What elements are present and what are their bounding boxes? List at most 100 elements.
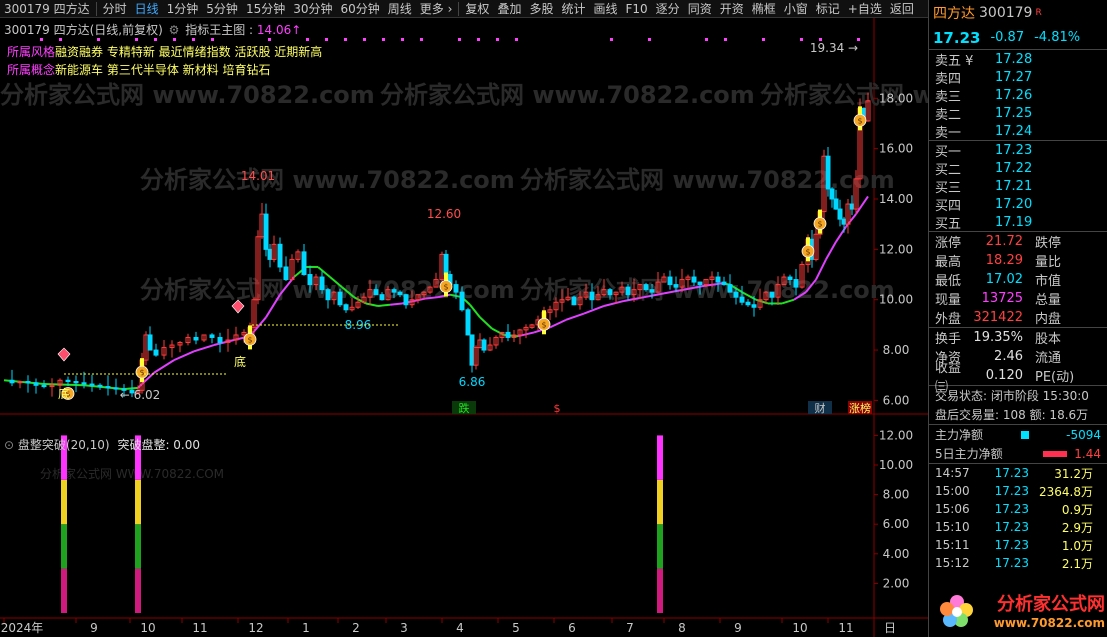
candle-body [113,387,119,390]
candle-body [283,266,289,281]
toolbar-code-name: 300179 四方达 [4,2,90,16]
tool-button-2[interactable]: 多股 [525,0,557,17]
candle-body [825,155,831,190]
tick-time: 15:12 [935,556,970,570]
tool-button-12[interactable]: +自选 [844,0,886,17]
stat-value: 17.02 [985,272,1023,287]
order-label: 卖四 [935,71,962,87]
breakout-bar-segment [657,435,663,480]
kline-chart-svg[interactable]: 分析家公式网 www.70822.com 分析家公式网 www.70822.com… [0,18,928,637]
candle-body [153,349,159,356]
candle-body [25,381,31,384]
period-tab-5[interactable]: 30分钟 [289,0,336,17]
stat-label: 现量 [935,293,962,308]
tool-button-6[interactable]: 逐分 [652,0,684,17]
period-tab-2[interactable]: 1分钟 [163,0,203,17]
period-tab-4[interactable]: 15分钟 [242,0,289,17]
period-tab-0[interactable]: 分时 [99,0,131,17]
candle-body [81,382,87,385]
period-tab-8[interactable]: 更多 › [416,0,457,17]
breakout-bar-segment [657,568,663,613]
candle-body [833,198,839,210]
tick-volume: 31.2万 [1054,466,1093,481]
style-tags: 融资融券 专精特新 最近情绪指数 活跃股 近期新高 [55,45,323,59]
tool-button-8[interactable]: 开资 [716,0,748,17]
x-tick-label: 2024年 [1,621,44,635]
stats-block-1: 涨停 21.72 跌停 最高 18.29 量比 最低 17.02 市值 现量 13725 总量 外盘 32… [929,232,1107,327]
panel2-header: ⊙ 盘整突破(20,10) 突破盘整: 0.00 [4,436,200,453]
candle-body [739,296,745,303]
quote-panel: 四方达 300179 R 17.23 -0.87 -4.81% 卖五 ¥ 17.2… [928,0,1107,637]
candle-body [733,291,739,298]
tool-button-0[interactable]: 复权 [461,0,493,17]
watermark-text: 分析家公式网 www.70822.com [0,81,375,109]
tick-list[interactable]: 14:57 17.23 31.2万 15:00 17.23 2364.8万 15:06 17.… [929,464,1107,572]
money-bag-glyph: $ [805,247,810,256]
tool-button-1[interactable]: 叠加 [493,0,525,17]
watermark-text: 分析家公式网 www.70822.com [140,166,515,194]
trade-status: 交易状态: 闭市阶段 15:30:0 [935,389,1089,403]
candle-body [403,294,409,306]
candle-body [841,218,847,225]
concept-label: 所属概念 [7,63,56,77]
tool-button-10[interactable]: 小窗 [780,0,812,17]
stat-label: 跌停 [1035,236,1062,251]
period-tab-1[interactable]: 日线 [131,0,163,17]
tool-button-3[interactable]: 统计 [557,0,589,17]
x-tick-label: 4 [456,621,464,635]
period-tab-6[interactable]: 60分钟 [337,0,384,17]
indicator-label: 指标王主图 : [185,23,254,37]
order-row: 买五 17.19 [929,213,1107,232]
concept-tags: 新能源车 第三代半导体 新材料 培育钻石 [55,63,271,77]
stat-label: 最低 [935,274,962,289]
breakout-bar-segment [135,479,141,525]
candle-body [469,334,475,366]
top-marker [515,38,518,41]
tool-button-13[interactable]: 返回 [886,0,918,17]
candle-body [267,248,273,260]
breakout-bar-segment [657,524,663,569]
candle-body [849,203,855,210]
ma-line-segment [583,305,605,315]
money-bag-glyph: $ [817,220,822,229]
candle-body [193,336,199,341]
candle-body [301,251,307,276]
period-tab-3[interactable]: 5分钟 [202,0,242,17]
candle-body [691,276,697,283]
ma-line-segment [153,359,175,374]
candle-body [33,382,39,386]
x-tick-label: 9 [90,621,98,635]
stat-value: 13725 [981,291,1023,306]
breakout-bar-segment [135,524,141,569]
tool-button-5[interactable]: F10 [622,2,652,16]
breakout-bar-segment [135,568,141,613]
top-marker [610,38,613,41]
top-marker [211,38,214,41]
chart-settings-icon[interactable]: ⚙ [169,23,180,37]
candle-body [105,386,111,389]
y-tick-label: 4.00 [883,547,910,561]
y-tick-label: 10.00 [879,293,913,307]
tool-button-9[interactable]: 椭框 [748,0,780,17]
bottom-label: 底 [234,354,246,369]
tool-button-4[interactable]: 画线 [589,0,621,17]
order-price: 17.22 [995,160,1033,176]
candle-body [41,384,47,388]
stat-label: 外盘 [935,312,962,327]
tool-button-11[interactable]: 标记 [812,0,844,17]
chart-area[interactable]: 分析家公式网 www.70822.com 分析家公式网 www.70822.com… [0,18,928,637]
candle-body [751,304,757,308]
order-row: 买二 17.22 [929,159,1107,178]
x-tick-label: 1 [302,621,310,635]
tick-price: 17.23 [994,502,1029,516]
tool-button-7[interactable]: 同资 [684,0,716,17]
event-label: 涨榜 [849,401,871,415]
top-marker [420,38,423,41]
period-tab-7[interactable]: 周线 [384,0,416,17]
breakout-bar-segment [61,568,67,613]
top-marker [762,38,765,41]
stock-name: 四方达 [933,6,975,22]
stat-value: 0.120 [985,368,1023,383]
top-marker [268,38,271,41]
panel2-collapse-icon[interactable]: ⊙ [4,438,14,452]
